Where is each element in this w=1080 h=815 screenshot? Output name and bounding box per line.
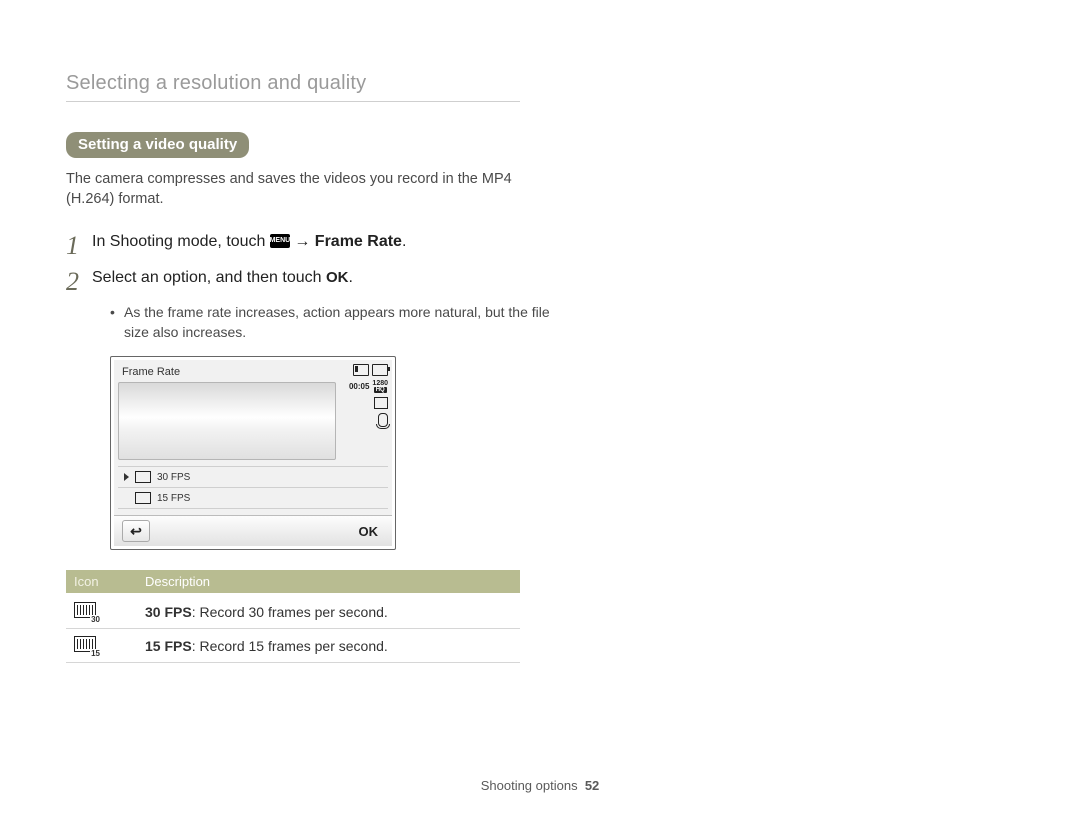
footer-section: Shooting options — [481, 778, 578, 793]
step-2-pre: Select an option, and then touch — [92, 269, 326, 286]
step-1-post: . — [402, 233, 406, 250]
shot-preview-area — [118, 382, 336, 460]
row-rest: : Record 30 frames per second. — [192, 604, 388, 620]
fps-icon-sub: 15 — [90, 649, 101, 658]
fps-icon: 15 — [74, 636, 96, 652]
table-row: 30 30 FPS: Record 30 frames per second. — [66, 593, 520, 629]
back-button[interactable]: ↩ — [122, 520, 150, 542]
ok-button[interactable]: OK — [353, 522, 385, 541]
fps-icon: 30 — [74, 602, 96, 618]
back-arrow-icon: ↩ — [130, 523, 142, 540]
step-2-post: . — [348, 269, 352, 286]
shot-time: 00:05 — [349, 382, 369, 391]
page-footer: Shooting options 52 — [0, 778, 1080, 793]
page-breadcrumb: Selecting a resolution and quality — [66, 72, 1008, 99]
table-head-icon: Icon — [66, 570, 137, 593]
frame-rate-list: 30 FPS 15 FPS — [118, 466, 388, 513]
list-item[interactable]: 15 FPS — [118, 487, 388, 509]
shot-status-column: 00:05 1280 HQ — [340, 360, 392, 464]
step-2-bullet-text: As the frame rate increases, action appe… — [124, 303, 550, 342]
intro-text: The camera compresses and saves the vide… — [66, 170, 526, 209]
breadcrumb-rule — [66, 101, 520, 102]
ok-inline-icon: OK — [326, 269, 349, 286]
hq-badge: HQ — [374, 387, 387, 393]
fps-icon-sub: 30 — [90, 615, 101, 624]
fps-label: 15 FPS — [157, 493, 190, 504]
fps-icon — [135, 471, 151, 483]
section-pill: Setting a video quality — [66, 132, 249, 158]
storage-icon — [353, 364, 369, 376]
step-2: 2 Select an option, and then touch OK. — [66, 267, 1008, 295]
quality-icon — [374, 397, 388, 409]
step-1: 1 In Shooting mode, touch MENU → Frame R… — [66, 231, 1008, 259]
description-table: Icon Description 30 30 FPS: Record 30 fr… — [66, 570, 520, 663]
selected-indicator-icon — [124, 473, 129, 481]
step-1-number: 1 — [66, 231, 92, 259]
row-rest: : Record 15 frames per second. — [192, 638, 388, 654]
footer-page-number: 52 — [585, 778, 599, 793]
step-2-number: 2 — [66, 267, 92, 295]
bullet-dot: • — [110, 303, 124, 342]
table-head-description: Description — [137, 570, 520, 593]
shot-resolution: 1280 — [372, 380, 388, 387]
fps-label: 30 FPS — [157, 472, 190, 483]
step-2-bullet: • As the frame rate increases, action ap… — [110, 303, 550, 342]
list-item[interactable]: 30 FPS — [118, 466, 388, 487]
table-row: 15 15 FPS: Record 15 frames per second. — [66, 629, 520, 663]
step-1-text: In Shooting mode, touch MENU → Frame Rat… — [92, 231, 406, 253]
menu-icon: MENU — [270, 234, 290, 248]
row-bold: 15 FPS — [145, 638, 192, 654]
microphone-icon — [378, 413, 388, 427]
camera-screenshot: Frame Rate 00:05 1280 HQ — [110, 356, 396, 550]
step-1-pre: In Shooting mode, touch — [92, 233, 270, 250]
row-bold: 30 FPS — [145, 604, 192, 620]
step-1-arrow: → — [290, 233, 315, 250]
step-2-text: Select an option, and then touch OK. — [92, 267, 353, 289]
fps-icon — [135, 492, 151, 504]
battery-icon — [372, 364, 388, 376]
shot-title: Frame Rate — [118, 364, 336, 382]
step-1-bold: Frame Rate — [315, 233, 402, 250]
